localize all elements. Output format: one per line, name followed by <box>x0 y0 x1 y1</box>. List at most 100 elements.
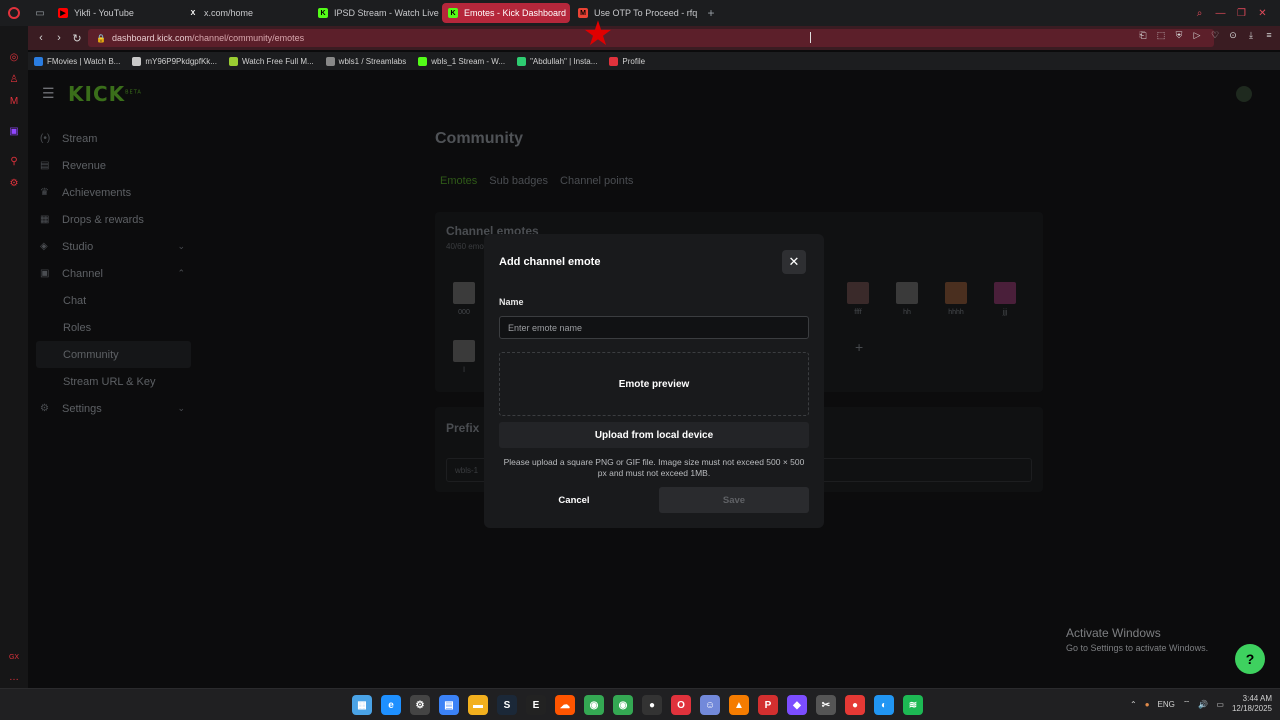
sidebar-item-revenue[interactable]: ▤ Revenue <box>36 152 191 179</box>
save-button[interactable]: Save <box>659 487 809 513</box>
browser-tab[interactable]: K Emotes - Kick Dashboard <box>442 3 570 23</box>
bookmark-item[interactable]: "Abdullah" | Insta... <box>517 56 597 66</box>
opera-taskbar-icon[interactable]: O <box>671 695 691 715</box>
sidebar-item-stream-url-key[interactable]: Stream URL & Key <box>36 368 191 395</box>
app-blue-icon[interactable]: ◐ <box>874 695 894 715</box>
opera-logo-icon[interactable] <box>0 0 28 26</box>
sidebar-item-drops-rewards[interactable]: ▦ Drops & rewards <box>36 206 191 233</box>
vlc-icon[interactable]: ▲ <box>729 695 749 715</box>
emote-item[interactable]: 000 <box>444 282 484 316</box>
snapshot-icon[interactable]: ⬚ <box>1154 30 1168 41</box>
settings-app-icon[interactable]: ⚙ <box>410 695 430 715</box>
workspaces-icon[interactable]: ▭ <box>28 0 52 26</box>
recorder-icon[interactable]: ● <box>845 695 865 715</box>
bookmark-item[interactable]: Profile <box>609 56 645 66</box>
tray-chevron-icon[interactable]: ⌃ <box>1130 700 1137 709</box>
close-icon[interactable]: ✕ <box>782 250 806 274</box>
sidebar-item-settings[interactable]: ⚙ Settings ⌄ <box>36 395 191 422</box>
add-emote-icon[interactable]: + <box>855 339 863 355</box>
bookmark-item[interactable]: mY96P9PkdgpfKk... <box>132 56 217 66</box>
bookmark-item[interactable]: Watch Free Full M... <box>228 56 314 66</box>
sidebar-item-community[interactable]: Community <box>36 341 191 368</box>
store-icon[interactable]: ▤ <box>439 695 459 715</box>
support-chat-button[interactable]: ? <box>1235 644 1265 674</box>
sidebar-item-chat[interactable]: Chat <box>36 287 191 314</box>
kick-logo[interactable]: KICKBETA <box>68 82 142 106</box>
file-explorer-icon[interactable]: ▬ <box>468 695 488 715</box>
bookmark-item[interactable]: FMovies | Watch B... <box>34 56 120 66</box>
language-indicator[interactable]: ENG <box>1158 700 1175 709</box>
tab-label: Emotes - Kick Dashboard <box>464 8 567 18</box>
browser-tab[interactable]: Xx.com/home <box>182 3 310 23</box>
emote-item[interactable]: hhhh <box>936 282 976 316</box>
search-tabs-icon[interactable]: ⌕ <box>1190 8 1209 19</box>
app-icon[interactable]: ● <box>642 695 662 715</box>
sidebar-item-studio[interactable]: ◈ Studio ⌄ <box>36 233 191 260</box>
browser-tab[interactable]: K IPSD Stream - Watch Live <box>312 3 440 23</box>
heart-icon[interactable]: ♡ <box>1208 30 1222 41</box>
sidebar-item-label: Stream <box>62 132 98 145</box>
steam-icon[interactable]: S <box>497 695 517 715</box>
new-tab-button[interactable]: + <box>702 6 720 20</box>
avatar[interactable] <box>1236 86 1252 102</box>
more-icon[interactable]: … <box>0 666 28 688</box>
emote-item[interactable]: hh <box>887 282 927 316</box>
app-diamond-icon[interactable]: ◆ <box>787 695 807 715</box>
player-icon[interactable]: ▷ <box>1190 30 1204 41</box>
social-icon[interactable]: ♙ <box>0 68 28 90</box>
pdf-icon[interactable]: P <box>758 695 778 715</box>
snipping-tool-icon[interactable]: ✂ <box>816 695 836 715</box>
url-field[interactable]: 🔒 dashboard.kick.com/channel/community/e… <box>88 29 1214 47</box>
chrome-icon[interactable]: ◉ <box>584 695 604 715</box>
epic-games-icon[interactable]: E <box>526 695 546 715</box>
bookmark-icon[interactable]: ⎗ <box>1136 30 1150 41</box>
gmail-sidebar-icon[interactable]: M <box>0 90 28 112</box>
forward-icon[interactable]: › <box>50 32 68 44</box>
chrome-profile-icon[interactable]: ◉ <box>613 695 633 715</box>
close-window-icon[interactable]: ✕ <box>1253 8 1272 19</box>
download-icon[interactable]: ⤓ <box>1244 30 1258 41</box>
emote-item[interactable]: ffff <box>838 282 878 316</box>
volume-icon[interactable]: 🔊 <box>1198 700 1208 709</box>
emote-name-input[interactable] <box>499 316 809 339</box>
bookmark-item[interactable]: wbls_1 Stream - W... <box>418 56 505 66</box>
emote-item[interactable]: jjj <box>985 282 1025 316</box>
reload-icon[interactable]: ↻ <box>68 32 86 45</box>
battery-icon[interactable]: ▭ <box>1216 700 1224 709</box>
sidebar-item-stream[interactable]: (•) Stream <box>36 125 191 152</box>
tab-sub-badges[interactable]: Sub badges <box>489 175 548 187</box>
gx-icon[interactable]: GX <box>0 646 28 668</box>
pinboard-icon[interactable]: ⚲ <box>0 150 28 172</box>
edge-icon[interactable]: e <box>381 695 401 715</box>
twitch-icon[interactable]: ▣ <box>0 120 28 142</box>
wifi-icon[interactable]: ⌔ <box>1183 699 1191 709</box>
widgets-icon[interactable]: ▦ <box>352 695 372 715</box>
clock[interactable]: 3:44 AM 12/18/2025 <box>1232 694 1272 714</box>
sidebar-item-achievements[interactable]: ♛ Achievements <box>36 179 191 206</box>
browser-tab[interactable]: ▶ Yikfi - YouTube <box>52 3 180 23</box>
vpn-icon[interactable]: ⛨ <box>1172 30 1186 41</box>
easy-setup-icon[interactable]: ≡ <box>1262 30 1276 41</box>
settings-sidebar-icon[interactable]: ⚙ <box>0 172 28 194</box>
soundcloud-icon[interactable]: ☁ <box>555 695 575 715</box>
sidebar-item-channel[interactable]: ▣ Channel ⌃ <box>36 260 191 287</box>
cancel-button[interactable]: Cancel <box>499 487 649 513</box>
activate-subtitle: Go to Settings to activate Windows. <box>1066 643 1209 653</box>
emote-label: 000 <box>458 309 470 316</box>
restore-icon[interactable]: ❐ <box>1232 8 1251 19</box>
account-icon[interactable]: ⊙ <box>1226 30 1240 41</box>
emote-item[interactable]: l <box>444 340 484 374</box>
tab-channel-points[interactable]: Channel points <box>560 175 633 187</box>
emote-image <box>994 282 1016 304</box>
aria-icon[interactable]: ◎ <box>0 46 28 68</box>
spotify-icon[interactable]: ≋ <box>903 695 923 715</box>
minimize-icon[interactable]: — <box>1211 8 1230 19</box>
upload-button[interactable]: Upload from local device <box>499 422 809 448</box>
hamburger-menu-icon[interactable]: ☰ <box>42 85 55 102</box>
back-icon[interactable]: ‹ <box>32 32 50 44</box>
sidebar-item-roles[interactable]: Roles <box>36 314 191 341</box>
discord-icon[interactable]: ☺ <box>700 695 720 715</box>
tab-emotes[interactable]: Emotes <box>440 175 477 187</box>
bookmark-item[interactable]: wbls1 / Streamlabs <box>325 56 406 66</box>
tray-app-icon[interactable]: ● <box>1145 700 1150 709</box>
